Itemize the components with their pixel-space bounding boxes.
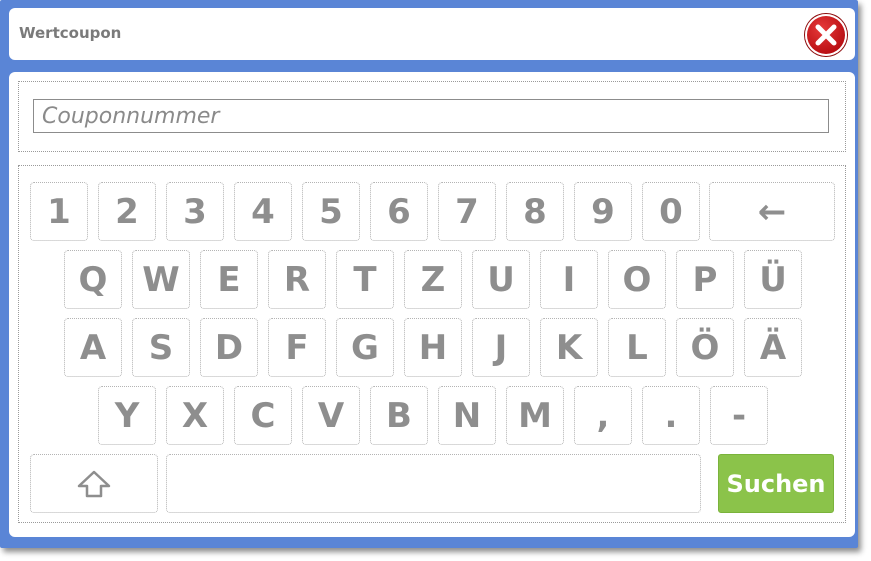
key[interactable]: 0	[642, 182, 700, 241]
key[interactable]: 6	[370, 182, 428, 241]
key-label: Z	[420, 259, 446, 300]
key[interactable]: A	[64, 318, 122, 377]
key-label: 5	[319, 191, 343, 232]
key[interactable]: K	[540, 318, 598, 377]
key[interactable]: H	[404, 318, 462, 377]
key-label: 6	[387, 191, 411, 232]
shift-key[interactable]	[30, 454, 158, 513]
key[interactable]: Q	[64, 250, 122, 309]
key-label: Ä	[759, 327, 787, 368]
key-label: 4	[251, 191, 275, 232]
key-label: S	[148, 327, 174, 368]
key-label: Ö	[690, 327, 720, 368]
key-label: 9	[591, 191, 615, 232]
key[interactable]: 3	[166, 182, 224, 241]
key[interactable]: 7	[438, 182, 496, 241]
key-label: V	[317, 395, 345, 436]
key-label: T	[353, 259, 377, 300]
key[interactable]: X	[166, 386, 224, 445]
close-x-icon	[815, 24, 837, 46]
key[interactable]: -	[710, 386, 768, 445]
key[interactable]: 9	[574, 182, 632, 241]
key-label: M	[518, 395, 552, 436]
key-label: X	[181, 395, 209, 436]
dialog-content: ← Suchen 1 2 3 4 5 6 7 8 9 0 QWE R T ZU I OPÜ ASDF GH J K L Ö…	[9, 72, 855, 537]
key[interactable]: E	[200, 250, 258, 309]
key-label: H	[418, 327, 448, 368]
input-panel	[18, 81, 846, 152]
key-label: W	[142, 259, 180, 300]
key[interactable]: V	[302, 386, 360, 445]
key[interactable]: I	[540, 250, 598, 309]
key-label: P	[692, 259, 718, 300]
key[interactable]: Ö	[676, 318, 734, 377]
key[interactable]: C	[234, 386, 292, 445]
search-button[interactable]: Suchen	[718, 454, 834, 513]
key-label: 2	[115, 191, 139, 232]
key[interactable]: L	[608, 318, 666, 377]
key[interactable]: Z	[404, 250, 462, 309]
key[interactable]: T	[336, 250, 394, 309]
key-label: F	[285, 327, 309, 368]
key-label: 1	[47, 191, 71, 232]
dialog-header: Wertcoupon	[9, 8, 855, 60]
backspace-key[interactable]: ←	[709, 182, 835, 241]
key-label: R	[283, 259, 311, 300]
key-label: Y	[114, 395, 140, 436]
key[interactable]: W	[132, 250, 190, 309]
key[interactable]: 2	[98, 182, 156, 241]
key-label: ,	[596, 395, 610, 436]
key[interactable]: B	[370, 386, 428, 445]
key-label: N	[452, 395, 482, 436]
key-label: K	[555, 327, 583, 368]
key-label: A	[79, 327, 107, 368]
key[interactable]: P	[676, 250, 734, 309]
key-label: 7	[455, 191, 479, 232]
shift-arrow-icon	[77, 470, 111, 497]
key[interactable]: U	[472, 250, 530, 309]
key[interactable]: S	[132, 318, 190, 377]
key-label: E	[217, 259, 241, 300]
space-key[interactable]	[166, 454, 701, 513]
key[interactable]: 8	[506, 182, 564, 241]
on-screen-keyboard: ← Suchen 1 2 3 4 5 6 7 8 9 0 QWE R T ZU I OPÜ ASDF GH J K L Ö…	[18, 165, 846, 523]
key-label: O	[622, 259, 652, 300]
key[interactable]: R	[268, 250, 326, 309]
key[interactable]: Y	[98, 386, 156, 445]
key-label: 3	[183, 191, 207, 232]
dialog-title: Wertcoupon	[19, 24, 122, 42]
key-label: 8	[523, 191, 547, 232]
key-label: .	[664, 395, 678, 436]
key-label: D	[214, 327, 244, 368]
key-label: Ü	[759, 259, 787, 300]
key-label: C	[250, 395, 276, 436]
key[interactable]: F	[268, 318, 326, 377]
key-label: I	[562, 259, 576, 300]
key[interactable]: Ä	[744, 318, 802, 377]
key-label: Q	[78, 259, 108, 300]
key[interactable]: 5	[302, 182, 360, 241]
key[interactable]: M	[506, 386, 564, 445]
key-label: L	[626, 327, 648, 368]
key[interactable]: Ü	[744, 250, 802, 309]
key[interactable]: N	[438, 386, 496, 445]
key[interactable]: G	[336, 318, 394, 377]
key[interactable]: ,	[574, 386, 632, 445]
key[interactable]: J	[472, 318, 530, 377]
key-label: J	[494, 327, 508, 368]
key[interactable]: .	[642, 386, 700, 445]
key[interactable]: 4	[234, 182, 292, 241]
key-label: U	[487, 259, 515, 300]
key[interactable]: D	[200, 318, 258, 377]
coupon-dialog: Wertcoupon ← Suchen 1 2 3 4 5 6 7 8 9 0 QWE R T Z	[0, 0, 858, 548]
key-label: G	[351, 327, 379, 368]
backspace-arrow-icon: ←	[757, 191, 787, 232]
key-label: -	[731, 395, 747, 436]
key[interactable]: O	[608, 250, 666, 309]
key[interactable]: 1	[30, 182, 88, 241]
key-label: 0	[659, 191, 683, 232]
key-label: B	[386, 395, 412, 436]
coupon-number-input[interactable]	[33, 99, 829, 133]
close-button[interactable]	[805, 14, 847, 56]
